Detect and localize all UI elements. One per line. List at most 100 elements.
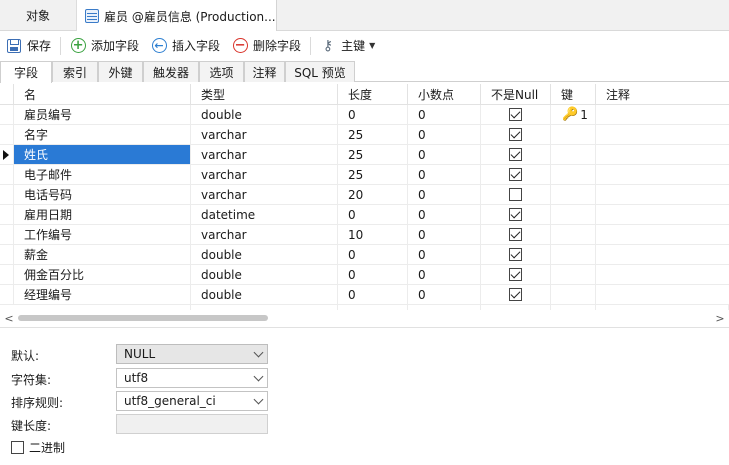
field-decimals-cell[interactable]: 0 [408,205,481,225]
default-select[interactable]: NULL [116,344,268,364]
column-header-not-null[interactable]: 不是Null [481,84,551,105]
tab-options[interactable]: 选项 [199,61,244,82]
field-decimals-cell[interactable]: 0 [408,185,481,205]
field-length-cell[interactable]: 0 [338,105,408,125]
scroll-right-icon[interactable]: > [713,310,727,326]
field-decimals-cell[interactable]: 0 [408,145,481,165]
field-key-cell[interactable] [551,205,596,225]
tab-sql-preview[interactable]: SQL 预览 [285,61,355,82]
scrollbar-thumb[interactable] [18,315,268,321]
field-not-null-cell[interactable] [481,245,551,265]
column-header-key[interactable]: 键 [551,84,596,105]
table-row[interactable]: 薪金 double 0 0 [0,245,729,265]
field-type-cell[interactable]: varchar [191,125,338,145]
field-comment-cell[interactable] [596,125,729,145]
field-key-cell[interactable] [551,225,596,245]
field-key-cell[interactable] [551,185,596,205]
field-name-cell[interactable]: 电话号码 [14,185,191,205]
field-length-cell[interactable]: 0 [338,205,408,225]
field-not-null-cell[interactable] [481,185,551,205]
field-decimals-cell[interactable]: 0 [408,285,481,305]
collation-select[interactable]: utf8_general_ci [116,391,268,411]
field-decimals-cell[interactable]: 0 [408,125,481,145]
field-name-cell[interactable]: 电子邮件 [14,165,191,185]
field-not-null-cell[interactable] [481,225,551,245]
row-header[interactable] [0,125,14,145]
primary-key-button[interactable]: ⚷ 主键 ▼ [314,34,381,58]
insert-field-button[interactable]: ← 插入字段 [145,34,226,58]
field-type-cell[interactable]: datetime [191,205,338,225]
row-header[interactable] [0,185,14,205]
field-comment-cell[interactable] [596,165,729,185]
field-name-cell[interactable]: 佣金百分比 [14,265,191,285]
row-header[interactable] [0,145,14,165]
not-null-checkbox[interactable] [509,128,522,141]
delete-field-button[interactable]: − 删除字段 [226,34,307,58]
field-length-cell[interactable]: 25 [338,125,408,145]
table-row[interactable]: 名字 varchar 25 0 [0,125,729,145]
tab-triggers[interactable]: 触发器 [143,61,199,82]
row-header[interactable] [0,265,14,285]
field-type-cell[interactable]: varchar [191,225,338,245]
field-decimals-cell[interactable]: 0 [408,105,481,125]
column-header-name[interactable]: 名 [14,84,191,105]
field-type-cell[interactable]: double [191,265,338,285]
row-header[interactable] [0,245,14,265]
horizontal-scrollbar[interactable]: < > [0,310,729,326]
column-header-type[interactable]: 类型 [191,84,338,105]
binary-checkbox-box[interactable] [11,441,24,454]
field-comment-cell[interactable] [596,265,729,285]
field-decimals-cell[interactable]: 0 [408,225,481,245]
field-comment-cell[interactable] [596,205,729,225]
table-row[interactable]: 雇用日期 datetime 0 0 [0,205,729,225]
field-length-cell[interactable]: 0 [338,265,408,285]
table-row[interactable]: 电子邮件 varchar 25 0 [0,165,729,185]
table-row[interactable]: 电话号码 varchar 20 0 [0,185,729,205]
tab-foreign-keys[interactable]: 外键 [98,61,143,82]
not-null-checkbox[interactable] [509,168,522,181]
field-type-cell[interactable]: double [191,245,338,265]
field-length-cell[interactable]: 25 [338,145,408,165]
field-key-cell[interactable] [551,125,596,145]
scroll-left-icon[interactable]: < [2,310,16,326]
column-header-comment[interactable]: 注释 [596,84,729,105]
row-header[interactable] [0,205,14,225]
field-comment-cell[interactable] [596,105,729,125]
field-not-null-cell[interactable] [481,105,551,125]
field-type-cell[interactable]: varchar [191,165,338,185]
field-type-cell[interactable]: varchar [191,145,338,165]
row-header[interactable] [0,105,14,125]
field-decimals-cell[interactable]: 0 [408,165,481,185]
field-name-cell[interactable]: 工作编号 [14,225,191,245]
tab-objects[interactable]: 对象 [0,0,77,31]
field-comment-cell[interactable] [596,245,729,265]
field-name-cell[interactable]: 雇员编号 [14,105,191,125]
field-length-cell[interactable]: 10 [338,225,408,245]
field-length-cell[interactable]: 25 [338,165,408,185]
field-length-cell[interactable]: 20 [338,185,408,205]
not-null-checkbox[interactable] [509,108,522,121]
field-name-cell[interactable]: 薪金 [14,245,191,265]
table-row[interactable]: 佣金百分比 double 0 0 [0,265,729,285]
field-key-cell[interactable] [551,245,596,265]
not-null-checkbox[interactable] [509,148,522,161]
binary-checkbox[interactable]: 二进制 [11,439,65,456]
field-not-null-cell[interactable] [481,265,551,285]
key-length-input[interactable] [116,414,268,434]
field-type-cell[interactable]: double [191,105,338,125]
table-row[interactable]: 经理编号 double 0 0 [0,285,729,305]
save-button[interactable]: 保存 [0,34,57,58]
tab-comments[interactable]: 注释 [244,61,285,82]
field-comment-cell[interactable] [596,145,729,165]
not-null-checkbox[interactable] [509,188,522,201]
field-key-cell[interactable] [551,285,596,305]
field-not-null-cell[interactable] [481,285,551,305]
field-not-null-cell[interactable] [481,125,551,145]
dropdown-caret-icon[interactable]: ▼ [369,41,375,50]
field-length-cell[interactable]: 0 [338,245,408,265]
field-not-null-cell[interactable] [481,145,551,165]
field-key-cell[interactable] [551,165,596,185]
row-header[interactable] [0,165,14,185]
field-type-cell[interactable]: double [191,285,338,305]
field-name-cell[interactable]: 雇用日期 [14,205,191,225]
